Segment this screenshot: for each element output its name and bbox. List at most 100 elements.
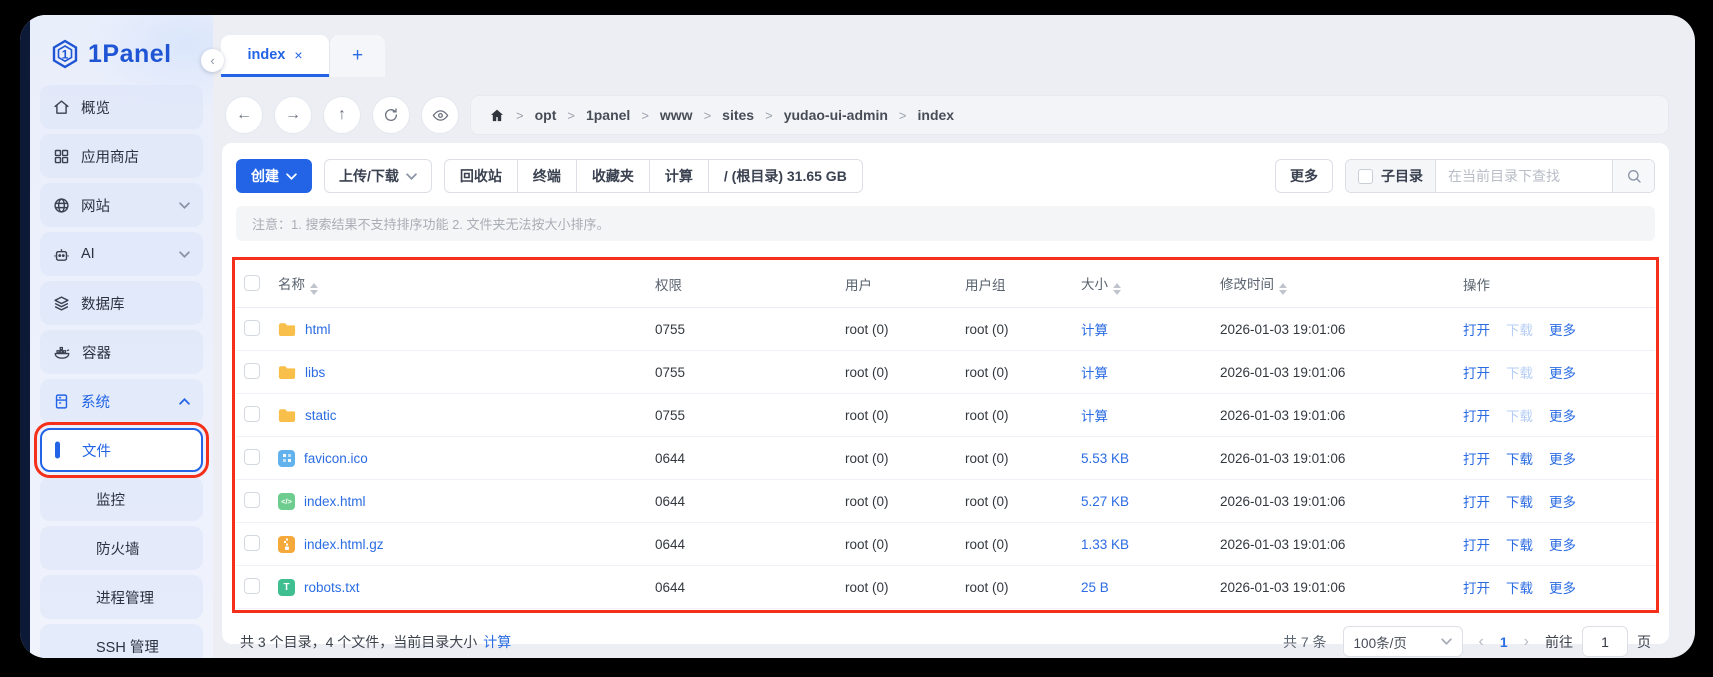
row-checkbox[interactable] bbox=[244, 535, 260, 551]
current-page[interactable]: 1 bbox=[1500, 634, 1508, 650]
open-action[interactable]: 打开 bbox=[1463, 581, 1490, 596]
sort-icon[interactable] bbox=[310, 283, 318, 295]
up-button[interactable]: ↑ bbox=[323, 96, 361, 134]
sidebar-item-database[interactable]: 数据库 bbox=[40, 281, 203, 325]
size-link[interactable]: 计算 bbox=[1081, 323, 1108, 338]
more-action[interactable]: 更多 bbox=[1549, 581, 1576, 596]
breadcrumb-segment[interactable]: www bbox=[660, 107, 693, 123]
size-link[interactable]: 1.33 KB bbox=[1081, 537, 1129, 552]
create-button[interactable]: 创建 bbox=[236, 159, 312, 193]
column-header-mtime[interactable]: 修改时间 bbox=[1212, 261, 1455, 308]
sidebar-collapse-button[interactable]: ‹ bbox=[201, 49, 224, 72]
row-checkbox[interactable] bbox=[244, 320, 260, 336]
open-action[interactable]: 打开 bbox=[1463, 409, 1490, 424]
row-checkbox[interactable] bbox=[244, 449, 260, 465]
table-row[interactable]: index.html.gz 0644 root (0) root (0) 1.3… bbox=[236, 523, 1655, 566]
page-size-select[interactable]: 100条/页 bbox=[1343, 626, 1463, 657]
calculate-button[interactable]: 计算 bbox=[649, 160, 708, 192]
next-page-button[interactable]: › bbox=[1524, 633, 1529, 651]
calculate-size-link[interactable]: 计算 bbox=[483, 632, 511, 652]
more-button[interactable]: 更多 bbox=[1275, 159, 1333, 193]
subdirectory-toggle[interactable]: 子目录 bbox=[1346, 160, 1436, 192]
column-header-size[interactable]: 大小 bbox=[1073, 261, 1212, 308]
table-row[interactable]: libs 0755 root (0) root (0) 计算 2026-01-0… bbox=[236, 351, 1655, 394]
file-name-link[interactable]: index.html bbox=[304, 494, 366, 509]
table-row[interactable]: html 0755 root (0) root (0) 计算 2026-01-0… bbox=[236, 308, 1655, 351]
breadcrumb-segment[interactable]: sites bbox=[722, 107, 754, 123]
tab-close-icon[interactable]: × bbox=[294, 47, 302, 63]
back-button[interactable]: ← bbox=[225, 96, 263, 134]
size-link[interactable]: 5.53 KB bbox=[1081, 451, 1129, 466]
more-action[interactable]: 更多 bbox=[1549, 452, 1576, 467]
more-action[interactable]: 更多 bbox=[1549, 538, 1576, 553]
sidebar-item-monitor[interactable]: 监控 bbox=[40, 477, 203, 521]
table-row[interactable]: static 0755 root (0) root (0) 计算 2026-01… bbox=[236, 394, 1655, 437]
sidebar-item-system[interactable]: 系统 bbox=[40, 379, 203, 423]
open-action[interactable]: 打开 bbox=[1463, 366, 1490, 381]
select-all-checkbox[interactable] bbox=[244, 275, 260, 291]
sidebar-item-website[interactable]: 网站 bbox=[40, 183, 203, 227]
sidebar-item-appstore[interactable]: 应用商店 bbox=[40, 134, 203, 178]
goto-page-input[interactable] bbox=[1582, 626, 1628, 657]
size-link[interactable]: 计算 bbox=[1081, 366, 1108, 381]
terminal-button[interactable]: 终端 bbox=[517, 160, 576, 192]
refresh-button[interactable] bbox=[372, 96, 410, 134]
search-input[interactable] bbox=[1436, 160, 1612, 192]
tab-index[interactable]: index × bbox=[221, 35, 329, 77]
search-button[interactable] bbox=[1612, 160, 1654, 192]
breadcrumb-segment[interactable]: opt bbox=[535, 107, 557, 123]
size-link[interactable]: 5.27 KB bbox=[1081, 494, 1129, 509]
file-name-link[interactable]: libs bbox=[305, 365, 325, 380]
sidebar-item-files[interactable]: 文件 bbox=[40, 428, 203, 472]
file-name-link[interactable]: index.html.gz bbox=[304, 537, 384, 552]
open-action[interactable]: 打开 bbox=[1463, 323, 1490, 338]
subdirectory-checkbox[interactable] bbox=[1358, 169, 1373, 184]
row-checkbox[interactable] bbox=[244, 363, 260, 379]
sidebar-item-process[interactable]: 进程管理 bbox=[40, 575, 203, 619]
file-name-link[interactable]: robots.txt bbox=[304, 580, 360, 595]
forward-button[interactable]: → bbox=[274, 96, 312, 134]
breadcrumb-segment[interactable]: yudao-ui-admin bbox=[784, 107, 888, 123]
row-checkbox[interactable] bbox=[244, 406, 260, 422]
sidebar-item-ssh[interactable]: SSH 管理 bbox=[40, 624, 203, 658]
file-name-link[interactable]: favicon.ico bbox=[304, 451, 368, 466]
column-header-name[interactable]: 名称 bbox=[270, 261, 647, 308]
upload-download-button[interactable]: 上传/下载 bbox=[324, 159, 432, 193]
sidebar-item-overview[interactable]: 概览 bbox=[40, 85, 203, 129]
breadcrumb-segment[interactable]: index bbox=[918, 107, 955, 123]
view-toggle-button[interactable] bbox=[421, 96, 459, 134]
more-action[interactable]: 更多 bbox=[1549, 495, 1576, 510]
recycle-bin-button[interactable]: 回收站 bbox=[445, 160, 517, 192]
logo[interactable]: 1 1Panel bbox=[30, 15, 213, 83]
table-row[interactable]: Trobots.txt 0644 root (0) root (0) 25 B … bbox=[236, 566, 1655, 609]
download-action[interactable]: 下载 bbox=[1506, 538, 1533, 553]
sidebar-item-ai[interactable]: AI bbox=[40, 232, 203, 276]
size-link[interactable]: 25 B bbox=[1081, 580, 1109, 595]
sidebar-item-container[interactable]: 容器 bbox=[40, 330, 203, 374]
download-action[interactable]: 下载 bbox=[1506, 581, 1533, 596]
download-action[interactable]: 下载 bbox=[1506, 452, 1533, 467]
breadcrumb-segment[interactable]: 1panel bbox=[586, 107, 630, 123]
download-action[interactable]: 下载 bbox=[1506, 495, 1533, 510]
favorites-button[interactable]: 收藏夹 bbox=[576, 160, 649, 192]
row-checkbox[interactable] bbox=[244, 578, 260, 594]
size-link[interactable]: 计算 bbox=[1081, 409, 1108, 424]
sidebar-item-firewall[interactable]: 防火墙 bbox=[40, 526, 203, 570]
sort-icon[interactable] bbox=[1279, 283, 1287, 295]
sort-icon[interactable] bbox=[1113, 283, 1121, 295]
table-row[interactable]: </>index.html 0644 root (0) root (0) 5.2… bbox=[236, 480, 1655, 523]
file-name-link[interactable]: html bbox=[305, 322, 331, 337]
table-row[interactable]: favicon.ico 0644 root (0) root (0) 5.53 … bbox=[236, 437, 1655, 480]
home-breadcrumb-icon[interactable] bbox=[489, 108, 505, 123]
row-checkbox[interactable] bbox=[244, 492, 260, 508]
more-action[interactable]: 更多 bbox=[1549, 323, 1576, 338]
open-action[interactable]: 打开 bbox=[1463, 495, 1490, 510]
file-name-link[interactable]: static bbox=[305, 408, 337, 423]
add-tab-button[interactable]: + bbox=[329, 35, 385, 77]
open-action[interactable]: 打开 bbox=[1463, 538, 1490, 553]
prev-page-button[interactable]: ‹ bbox=[1479, 633, 1484, 651]
more-action[interactable]: 更多 bbox=[1549, 409, 1576, 424]
mtime-cell: 2026-01-03 19:01:06 bbox=[1212, 523, 1455, 566]
more-action[interactable]: 更多 bbox=[1549, 366, 1576, 381]
open-action[interactable]: 打开 bbox=[1463, 452, 1490, 467]
